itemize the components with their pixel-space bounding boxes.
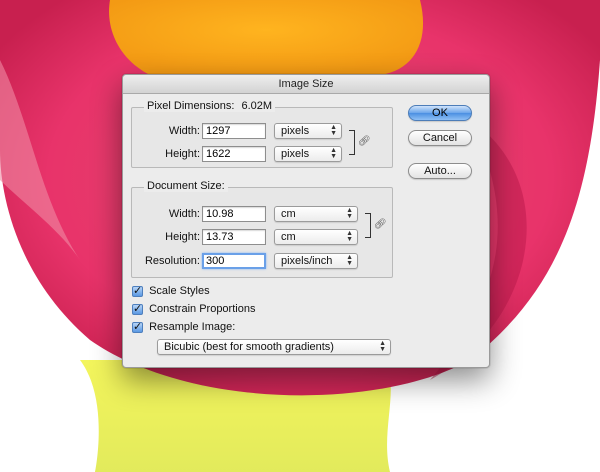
pixel-height-field[interactable]: 1622 — [202, 146, 266, 162]
scale-styles-option[interactable]: Scale Styles — [132, 284, 210, 299]
pixel-width-unit-select[interactable]: pixels ▲ ▼ — [274, 123, 342, 139]
doc-width-field[interactable]: 10.98 — [202, 206, 266, 222]
constrain-proportions-option[interactable]: Constrain Proportions — [132, 302, 256, 317]
pixel-height-unit-select[interactable]: pixels ▲ ▼ — [274, 146, 342, 162]
chain-link-icon: 🔗︎ — [374, 219, 387, 230]
document-size-group: Document Size: Width: 10.98 cm ▲ ▼ Height… — [131, 180, 393, 278]
document-size-title: Document Size: — [144, 180, 228, 192]
doc-width-label: Width: — [168, 208, 200, 220]
auto-button[interactable]: Auto... — [408, 163, 472, 179]
resample-method-value: Bicubic (best for smooth gradients) — [164, 341, 334, 353]
doc-height-unit-value: cm — [281, 231, 296, 243]
pixel-dimensions-title: Pixel Dimensions: 6.02M — [144, 100, 276, 112]
pixel-dimensions-size: 6.02M — [241, 100, 273, 112]
dialog-title: Image Size — [123, 75, 489, 94]
resolution-label: Resolution: — [144, 255, 200, 267]
pixel-dimensions-label: Pixel Dimensions: — [147, 100, 235, 112]
resample-image-label: Resample Image: — [149, 321, 236, 334]
pixel-width-unit-value: pixels — [281, 125, 310, 137]
up-down-arrows-icon: ▲ ▼ — [379, 340, 386, 353]
doc-width-unit-select[interactable]: cm ▲ ▼ — [274, 206, 358, 222]
chain-link-icon: 🔗︎ — [358, 136, 371, 147]
resample-image-option[interactable]: Resample Image: — [132, 320, 236, 335]
up-down-arrows-icon: ▲ ▼ — [346, 207, 353, 220]
document-constrain-bracket — [365, 213, 371, 238]
scale-styles-checkbox[interactable] — [132, 284, 143, 297]
resample-method-select[interactable]: Bicubic (best for smooth gradients) ▲ ▼ — [157, 339, 391, 355]
pixel-height-label: Height: — [165, 148, 200, 160]
pixel-width-label: Width: — [168, 125, 200, 137]
pixel-dimensions-group: Pixel Dimensions: 6.02M Width: 1297 pixe… — [131, 100, 393, 168]
doc-height-label: Height: — [165, 231, 200, 243]
doc-width-unit-value: cm — [281, 208, 296, 220]
pixel-height-unit-value: pixels — [281, 148, 310, 160]
up-down-arrows-icon: ▲ ▼ — [330, 147, 337, 160]
doc-height-unit-select[interactable]: cm ▲ ▼ — [274, 229, 358, 245]
resample-image-checkbox[interactable] — [132, 320, 143, 333]
image-size-dialog: Image Size Pixel Dimensions: 6.02M Width… — [122, 74, 490, 368]
pixel-width-field[interactable]: 1297 — [202, 123, 266, 139]
resolution-unit-select[interactable]: pixels/inch ▲ ▼ — [274, 253, 358, 269]
up-down-arrows-icon: ▲ ▼ — [346, 230, 353, 243]
up-down-arrows-icon: ▲ ▼ — [346, 254, 353, 267]
constrain-proportions-label: Constrain Proportions — [149, 303, 256, 316]
up-down-arrows-icon: ▲ ▼ — [330, 124, 337, 137]
doc-height-field[interactable]: 13.73 — [202, 229, 266, 245]
resolution-unit-value: pixels/inch — [281, 255, 333, 267]
cancel-button[interactable]: Cancel — [408, 130, 472, 146]
scale-styles-label: Scale Styles — [149, 285, 210, 298]
ok-button[interactable]: OK — [408, 105, 472, 121]
resolution-field[interactable]: 300 — [202, 253, 266, 269]
pixel-constrain-bracket — [349, 130, 355, 155]
constrain-proportions-checkbox[interactable] — [132, 302, 143, 315]
